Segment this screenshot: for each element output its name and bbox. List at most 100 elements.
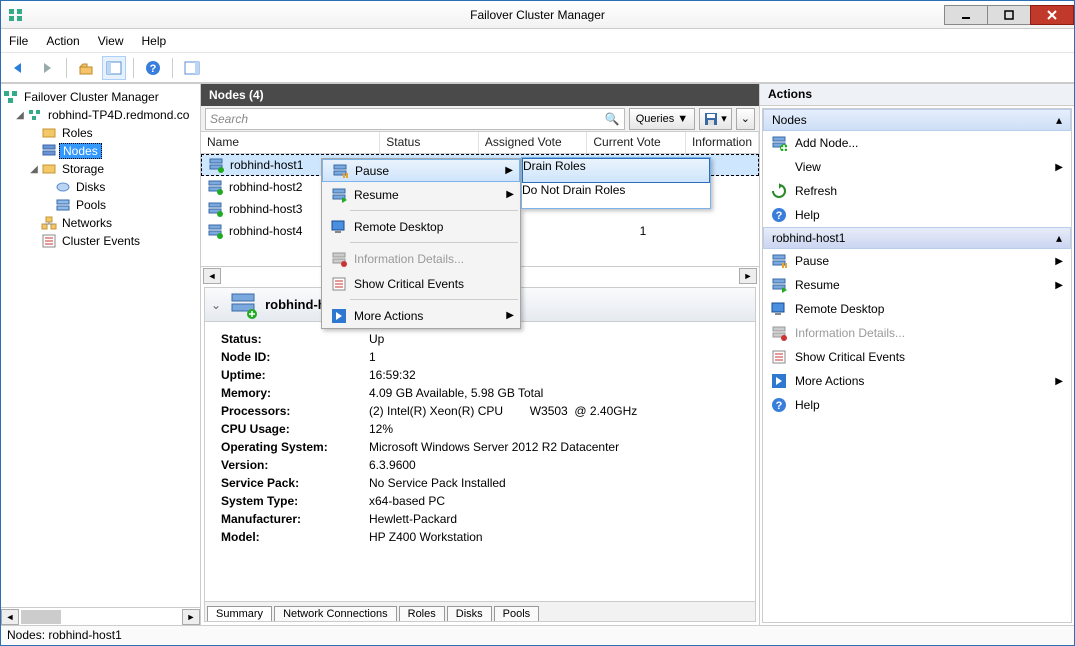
action-view[interactable]: View▶ (763, 155, 1071, 179)
details-tabs: Summary Network Connections Roles Disks … (205, 601, 755, 621)
queries-button[interactable]: Queries ▼ (629, 108, 695, 130)
remote-desktop-icon (328, 219, 350, 235)
action-resume[interactable]: Resume▶ (763, 273, 1071, 297)
submenu-no-drain-roles[interactable]: Do Not Drain Roles (522, 183, 710, 208)
help-icon: ? (771, 397, 787, 413)
svg-text:?: ? (150, 63, 157, 75)
menu-view[interactable]: View (98, 34, 124, 48)
action-info-details: Information Details... (763, 321, 1071, 345)
tab-disks[interactable]: Disks (447, 606, 492, 622)
pause-icon (771, 253, 787, 269)
label-cpu: CPU Usage: (221, 422, 361, 436)
tree-scrollbar[interactable]: ◄ ► (1, 607, 200, 625)
menu-info-details: Information Details... (322, 246, 520, 271)
tab-network-connections[interactable]: Network Connections (274, 606, 397, 622)
tree-cluster-events[interactable]: Cluster Events (3, 232, 198, 250)
scroll-thumb[interactable] (21, 610, 61, 624)
nav-forward-button[interactable] (35, 56, 59, 80)
window-title: Failover Cluster Manager (1, 8, 1074, 22)
tree-pools[interactable]: Pools (3, 196, 198, 214)
collapse-icon[interactable]: ▴ (1056, 113, 1062, 127)
action-help-2[interactable]: ? Help (763, 393, 1071, 417)
scroll-left-icon[interactable]: ◄ (1, 609, 19, 625)
tree-cluster[interactable]: ◢ robhind-TP4D.redmond.co (3, 106, 198, 124)
up-button[interactable] (74, 56, 98, 80)
col-status[interactable]: Status (380, 132, 479, 153)
collapse-icon[interactable]: ▴ (1056, 231, 1062, 245)
action-pause[interactable]: Pause▶ (763, 249, 1071, 273)
menu-show-critical[interactable]: Show Critical Events (322, 271, 520, 296)
nodes-icon (41, 143, 57, 159)
actions-group-node[interactable]: robhind-host1▴ (763, 227, 1071, 249)
node-icon (207, 223, 223, 239)
show-hide-action-button[interactable] (180, 56, 204, 80)
resume-icon (328, 187, 350, 203)
action-add-node[interactable]: Add Node... (763, 131, 1071, 155)
tree-pane: Failover Cluster Manager ◢ robhind-TP4D.… (1, 84, 201, 625)
nav-back-button[interactable] (7, 56, 31, 80)
grid-header: Name Status Assigned Vote Current Vote I… (201, 132, 759, 154)
action-remote-desktop[interactable]: Remote Desktop (763, 297, 1071, 321)
label-mfr: Manufacturer: (221, 512, 361, 526)
action-more-actions[interactable]: More Actions▶ (763, 369, 1071, 393)
expander-icon[interactable]: ◢ (27, 164, 41, 175)
tab-roles[interactable]: Roles (399, 606, 445, 622)
submenu-drain-roles[interactable]: Drain Roles (522, 158, 710, 183)
action-help[interactable]: ? Help (763, 203, 1071, 227)
menu-action[interactable]: Action (46, 34, 79, 48)
resume-icon (771, 277, 787, 293)
cluster-manager-icon (3, 89, 19, 105)
col-name[interactable]: Name (201, 132, 380, 153)
svg-text:?: ? (776, 210, 783, 222)
actions-group-nodes[interactable]: Nodes▴ (763, 109, 1071, 131)
center-header: Nodes (4) (201, 84, 759, 106)
tree-disks[interactable]: Disks (3, 178, 198, 196)
disks-icon (55, 179, 71, 195)
menu-help[interactable]: Help (142, 34, 167, 48)
label-systype: System Type: (221, 494, 361, 508)
node-large-icon (229, 291, 257, 319)
label-os: Operating System: (221, 440, 361, 454)
svg-text:?: ? (776, 400, 783, 412)
storage-icon (41, 161, 57, 177)
save-button[interactable]: ▾ (699, 108, 732, 130)
tree-root[interactable]: Failover Cluster Manager (3, 88, 198, 106)
scroll-right-icon[interactable]: ► (739, 268, 757, 284)
action-show-critical[interactable]: Show Critical Events (763, 345, 1071, 369)
tab-summary[interactable]: Summary (207, 606, 272, 622)
menu-pause[interactable]: Pause▶ (322, 159, 520, 182)
more-actions-icon (771, 373, 787, 389)
col-current[interactable]: Current Vote (587, 132, 686, 153)
show-hide-tree-button[interactable] (102, 56, 126, 80)
menu-remote-desktop[interactable]: Remote Desktop (322, 214, 520, 239)
label-model: Model: (221, 530, 361, 544)
tree-nodes[interactable]: Nodes (3, 142, 198, 160)
node-icon (208, 157, 224, 173)
actions-pane: Actions Nodes▴ Add Node... View▶ Refresh… (760, 84, 1074, 625)
menu-more-actions[interactable]: More Actions▶ (322, 303, 520, 328)
title-bar: Failover Cluster Manager (1, 1, 1074, 29)
menu-resume[interactable]: Resume▶ (322, 182, 520, 207)
menu-file[interactable]: File (9, 34, 28, 48)
node-name: robhind-host4 (229, 224, 302, 238)
scroll-right-icon[interactable]: ► (182, 609, 200, 625)
action-refresh[interactable]: Refresh (763, 179, 1071, 203)
remote-desktop-icon (771, 301, 787, 317)
col-assigned[interactable]: Assigned Vote (479, 132, 587, 153)
value-model: HP Z400 Workstation (369, 530, 739, 544)
chevron-down-icon[interactable]: ⌄ (211, 298, 221, 312)
scroll-left-icon[interactable]: ◄ (203, 268, 221, 284)
tab-pools[interactable]: Pools (494, 606, 540, 622)
col-info[interactable]: Information (686, 132, 759, 153)
node-name: robhind-host3 (229, 202, 302, 216)
cluster-icon (27, 107, 43, 123)
current-vote-value: 1 (593, 224, 693, 238)
tree-networks[interactable]: Networks (3, 214, 198, 232)
help-button[interactable]: ? (141, 56, 165, 80)
expander-icon[interactable]: ◢ (13, 110, 27, 121)
tree-roles[interactable]: Roles (3, 124, 198, 142)
expand-button[interactable]: ⌄ (736, 108, 755, 130)
search-icon[interactable]: 🔍 (605, 112, 620, 126)
tree-storage[interactable]: ◢ Storage (3, 160, 198, 178)
search-input[interactable]: Search 🔍 (205, 108, 625, 130)
